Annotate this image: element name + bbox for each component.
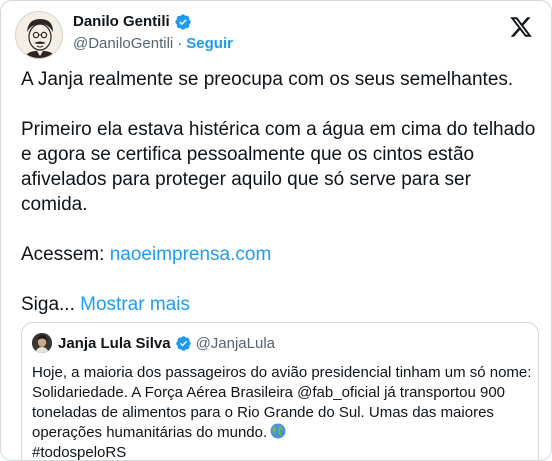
x-logo-icon[interactable] [509,15,533,39]
tweet-header: Danilo Gentili @DaniloGentili · Seguir [15,11,537,59]
tweet-paragraph-link: Acessem: naoeimprensa.com [21,242,541,267]
tweet-card[interactable]: Danilo Gentili @DaniloGentili · Seguir A… [0,0,552,461]
quoted-tweet-header: Janja Lula Silva @JanjaLula [32,333,275,353]
quoted-tweet[interactable]: Janja Lula Silva @JanjaLula Hoje, a maio… [21,322,539,460]
quoted-author-handle[interactable]: @JanjaLula [196,335,275,352]
external-link[interactable]: naoeimprensa.com [110,244,272,265]
separator-dot: · [177,35,183,52]
tweet-paragraph-1: A Janja realmente se preocupa com os seu… [21,69,514,90]
author-handle[interactable]: @DaniloGentili [73,34,173,54]
follow-button[interactable]: Seguir [186,34,233,54]
siga-text: Siga... [21,294,75,315]
author-info: Danilo Gentili @DaniloGentili · Seguir [73,12,233,54]
quoted-author-display-name[interactable]: Janja Lula Silva [58,335,171,352]
acessem-label: Acessem: [21,244,105,265]
globe-emoji-icon [270,423,286,439]
tweet-paragraph-2: Primeiro ela estava histérica com a água… [21,119,536,215]
show-more-link[interactable]: Mostrar mais [80,294,190,315]
author-display-name[interactable]: Danilo Gentili [73,12,170,32]
quoted-author-avatar[interactable] [32,333,52,353]
verified-badge-icon [174,13,192,31]
quoted-tweet-text: Hoje, a maioria dos passageiros do avião… [32,363,532,460]
verified-badge-icon [175,335,192,352]
tweet-text: A Janja realmente se preocupa com os seu… [21,67,541,317]
author-avatar[interactable] [15,11,63,59]
quoted-tweet-hashtag[interactable]: #todospeloRS [32,444,126,460]
tweet-paragraph-siga: Siga... Mostrar mais [21,292,541,317]
